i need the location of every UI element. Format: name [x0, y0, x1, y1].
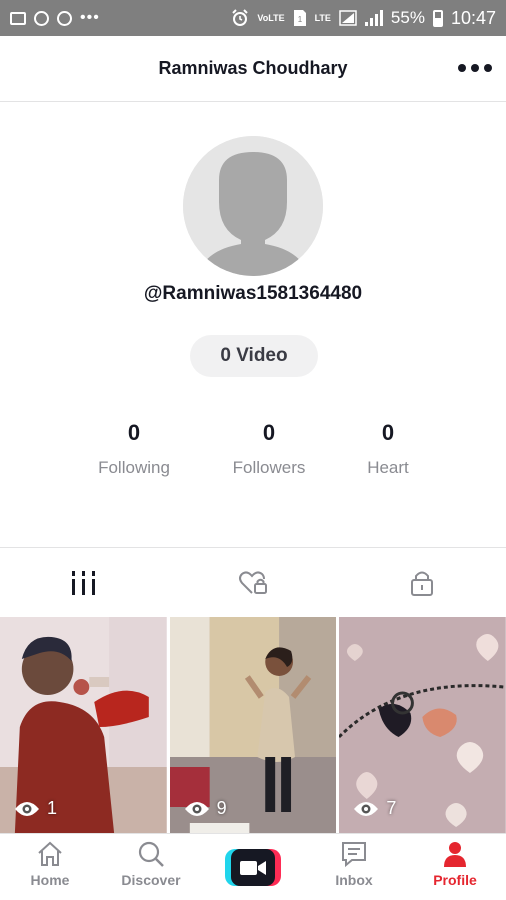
following-count: 0 [127, 420, 141, 445]
profile-icon [444, 842, 466, 867]
view-count-value: 9 [216, 798, 227, 818]
profile-tabs [0, 547, 506, 617]
username: @Ramniwas1581364480 [143, 283, 363, 304]
battery-percent: 55% [390, 8, 425, 27]
signal-icon [339, 10, 357, 26]
view-count-value: 7 [386, 798, 397, 818]
stat-following[interactable]: 0 Following [69, 420, 199, 478]
video-camera-icon [240, 860, 266, 875]
tab-videos[interactable] [0, 548, 169, 617]
default-user-icon [183, 136, 323, 276]
heart-label: Heart [367, 458, 409, 477]
profile-header: Ramniwas Choudhary [0, 36, 506, 102]
create-video-button[interactable] [225, 849, 281, 886]
followers-label: Followers [232, 458, 306, 477]
nav-profile[interactable]: Profile [410, 840, 500, 888]
more-dot-icon [484, 64, 492, 72]
nav-profile-label: Profile [433, 872, 477, 888]
stat-hearts[interactable]: 0 Heart [323, 420, 453, 478]
video-count-button[interactable]: 0 Video [190, 335, 318, 377]
view-count: 7 [353, 798, 396, 819]
video-thumbnail[interactable]: 9 [169, 617, 337, 833]
followers-count: 0 [262, 420, 276, 445]
eye-icon [354, 801, 379, 816]
private-lock-icon [410, 571, 433, 596]
sync-notification-icon-2 [57, 10, 72, 26]
more-notifications-icon: ••• [80, 9, 100, 26]
bottom-navigation: Home Discover Inbox Profile [0, 833, 506, 900]
grid-videos-icon [72, 570, 96, 595]
video-thumbnail[interactable]: 7 [339, 617, 506, 833]
tab-liked[interactable] [169, 548, 338, 617]
video-grid: 1 9 7 [0, 617, 506, 833]
sim-icon: 1 [293, 10, 306, 26]
signal-bars-icon [364, 10, 383, 26]
lte-indicator: LTE [314, 12, 331, 23]
page-title: Ramniwas Choudhary [158, 58, 348, 78]
avatar[interactable] [183, 136, 323, 276]
nav-discover[interactable]: Discover [106, 840, 196, 888]
home-icon [38, 841, 62, 866]
alarm-icon [232, 9, 249, 26]
more-options-button[interactable] [458, 58, 492, 78]
eye-icon [15, 801, 39, 816]
nav-home[interactable]: Home [5, 840, 95, 888]
more-dot-icon [458, 64, 466, 72]
stat-followers[interactable]: 0 Followers [204, 420, 334, 478]
inbox-icon [342, 842, 366, 868]
sync-notification-icon [34, 10, 49, 26]
video-thumbnail[interactable]: 1 [0, 617, 167, 833]
more-dot-icon [471, 64, 479, 72]
battery-icon [432, 9, 443, 27]
nav-home-label: Home [30, 872, 70, 888]
status-bar: ••• VoLTE 1 LTE 55% 10:47 [0, 0, 506, 36]
eye-icon [184, 801, 209, 816]
image-notification-icon [10, 11, 26, 25]
tab-private[interactable] [337, 548, 506, 617]
nav-inbox-label: Inbox [335, 872, 373, 888]
view-count: 1 [14, 798, 57, 819]
svg-text:1: 1 [297, 15, 302, 24]
nav-inbox[interactable]: Inbox [309, 840, 399, 888]
view-count: 9 [184, 798, 227, 819]
volte-indicator: VoLTE [257, 12, 285, 23]
liked-heart-lock-icon [239, 570, 267, 594]
nav-discover-label: Discover [121, 872, 181, 888]
clock-time: 10:47 [450, 7, 496, 28]
following-label: Following [98, 458, 170, 477]
heart-count: 0 [381, 420, 395, 445]
search-icon [138, 841, 164, 867]
view-count-value: 1 [47, 798, 58, 818]
